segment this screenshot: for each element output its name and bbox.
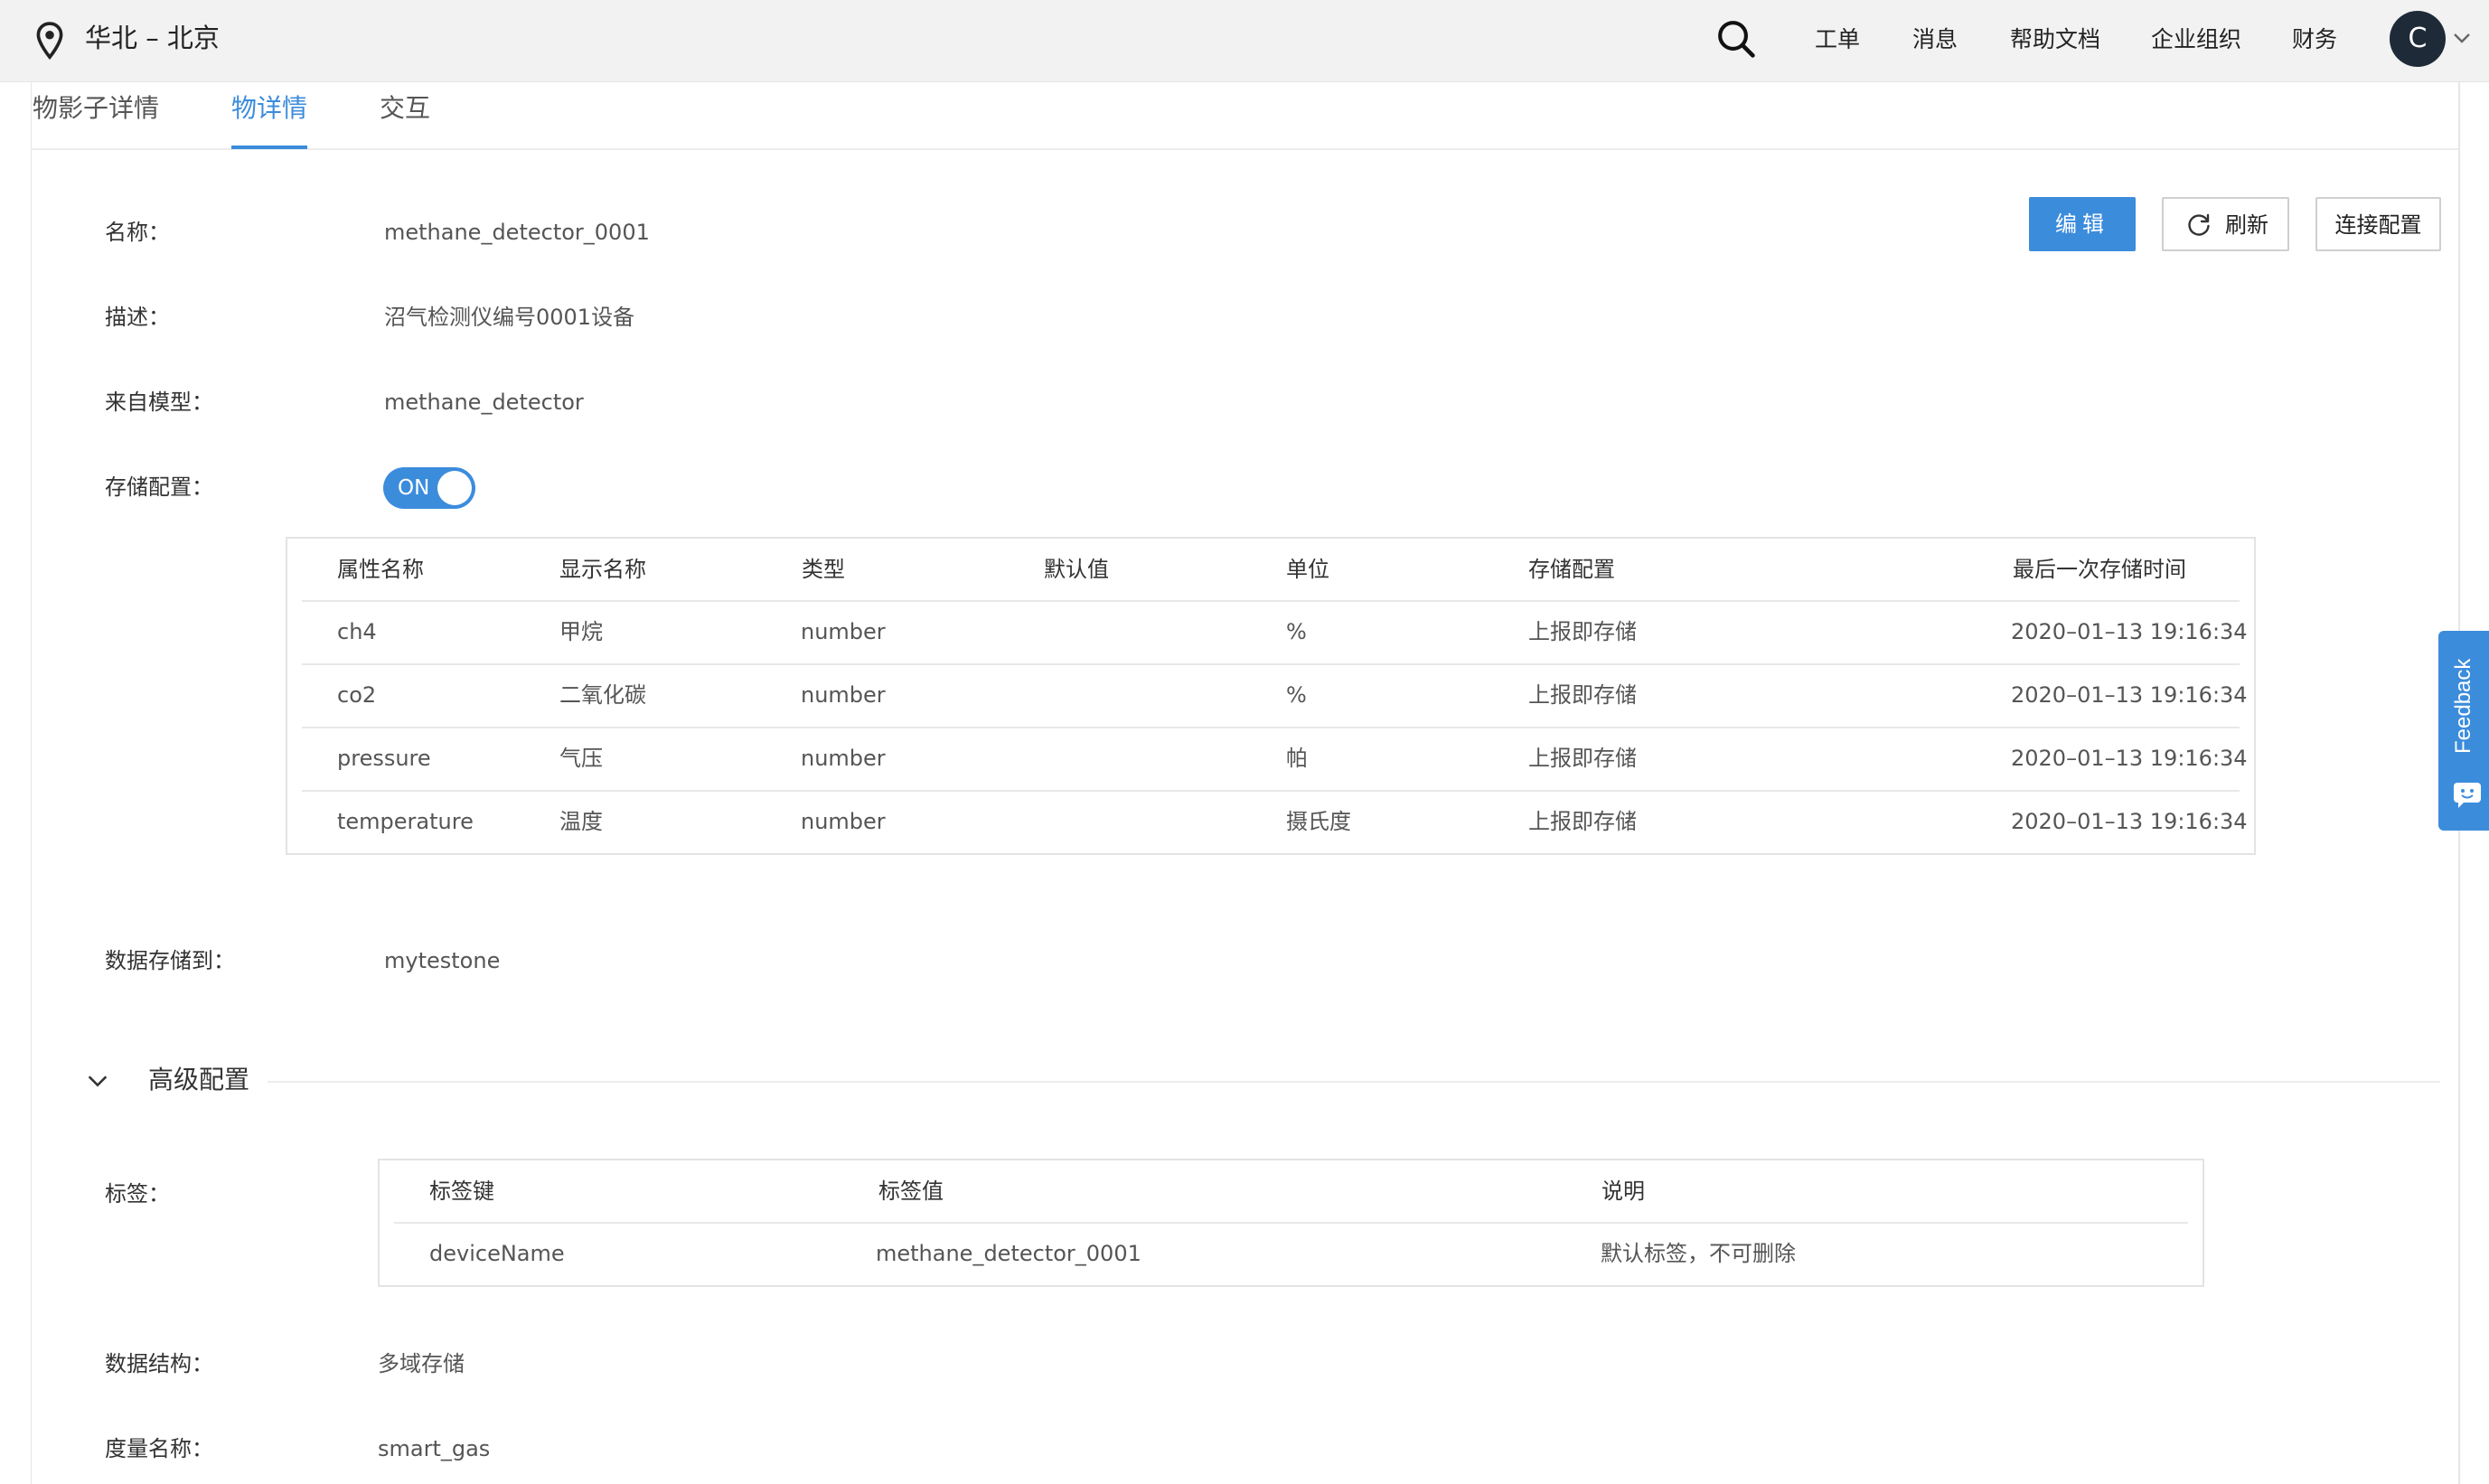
tag-description: 默认标签，不可删除 [1601,1241,1796,1266]
property-display-name: 甲烷 [559,619,603,644]
property-unit: 摄氏度 [1286,809,1351,834]
column-header: 属性名称 [337,557,424,582]
avatar[interactable]: C [2390,11,2446,67]
description-value: 沼气检测仪编号0001设备 [384,305,635,330]
property-name: co2 [337,682,377,708]
property-name: pressure [337,746,431,771]
property-type: number [801,746,886,771]
column-header: 最后一次存储时间 [2013,557,2186,582]
name-label: 名称： [105,220,170,245]
property-last-stored: 2020–01–13 19:16:34 [2011,746,2248,771]
storage-config-label: 存储配置： [105,474,213,500]
property-last-stored: 2020–01–13 19:16:34 [2011,682,2248,708]
description-label: 描述： [105,305,170,330]
tag-key: deviceName [429,1241,565,1266]
top-bar: 华北 – 北京 工单 消息 帮助文档 企业组织 财务 C [0,0,2489,82]
name-value: methane_detector_0001 [384,220,650,245]
tags-label: 标签： [105,1181,170,1207]
property-unit: % [1286,682,1307,708]
property-storage: 上报即存储 [1528,809,1637,834]
column-header: 显示名称 [559,557,646,582]
column-header: 类型 [802,557,845,582]
property-name: ch4 [337,619,377,644]
section-divider [268,1081,2440,1083]
storage-toggle[interactable]: ON [383,467,475,509]
property-display-name: 气压 [559,746,603,771]
property-type: number [801,619,886,644]
edit-button[interactable]: 编辑 [2029,197,2136,251]
storage-toggle-text: ON [398,476,430,500]
store-to-label: 数据存储到： [105,948,235,973]
property-last-stored: 2020–01–13 19:16:34 [2011,809,2248,834]
column-header: 标签值 [878,1179,944,1204]
tab-interaction[interactable]: 交互 [380,95,430,122]
data-structure-value: 多域存储 [378,1351,465,1376]
table-row-divider [302,790,2240,792]
column-header: 单位 [1286,557,1329,582]
property-last-stored: 2020–01–13 19:16:34 [2011,619,2248,644]
region-selector[interactable]: 华北 – 北京 [85,18,220,58]
tab-thing-details[interactable]: 物详情 [231,95,307,122]
connection-config-button[interactable]: 连接配置 [2315,197,2441,251]
nav-messages[interactable]: 消息 [1912,20,1958,60]
property-name: temperature [337,809,474,834]
property-unit: % [1286,619,1307,644]
table-row-divider [302,663,2240,665]
model-label: 来自模型： [105,390,213,415]
metric-name-label: 度量名称： [105,1436,213,1461]
table-header-divider [394,1222,2188,1224]
active-tab-indicator [231,146,307,149]
tab-shadow-details[interactable]: 物影子详情 [33,95,159,122]
refresh-button[interactable]: 刷新 [2162,197,2289,251]
data-structure-label: 数据结构： [105,1351,213,1376]
nav-tickets[interactable]: 工单 [1815,20,1860,60]
column-header: 存储配置 [1528,557,1615,582]
property-storage: 上报即存储 [1528,682,1637,708]
model-value: methane_detector [384,390,584,415]
refresh-button-label: 刷新 [2225,212,2268,238]
advanced-config-title[interactable]: 高级配置 [148,1065,249,1095]
property-unit: 帕 [1286,746,1308,771]
metric-name-value: smart_gas [378,1436,491,1461]
nav-organization[interactable]: 企业组织 [2151,20,2241,60]
column-header: 说明 [1601,1179,1645,1204]
tag-value: methane_detector_0001 [876,1241,1141,1266]
table-header-divider [302,600,2240,602]
nav-help-docs[interactable]: 帮助文档 [2010,20,2100,60]
store-to-value: mytestone [384,948,501,973]
toggle-knob [437,471,472,505]
property-storage: 上报即存储 [1528,746,1637,771]
property-type: number [801,809,886,834]
property-display-name: 二氧化碳 [559,682,646,708]
nav-finance[interactable]: 财务 [2292,20,2337,60]
property-type: number [801,682,886,708]
column-header: 默认值 [1044,557,1109,582]
tabs-divider [31,148,2458,150]
feedback-tab[interactable]: Feedback [2438,631,2489,831]
table-row-divider [302,727,2240,728]
feedback-label: Feedback [2451,658,2475,754]
column-header: 标签键 [429,1179,494,1204]
property-storage: 上报即存储 [1528,619,1637,644]
property-display-name: 温度 [559,809,603,834]
